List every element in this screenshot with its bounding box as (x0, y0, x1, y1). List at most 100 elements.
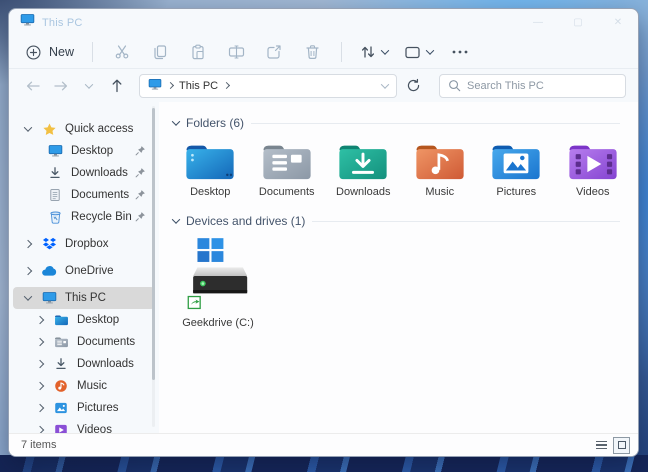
status-bar: 7 items (9, 433, 638, 456)
share-button[interactable] (255, 39, 293, 65)
chevron-right-icon[interactable] (36, 316, 44, 324)
sidebar-item-downloads-pinned[interactable]: Downloads (13, 162, 155, 184)
sidebar-item-label: Pictures (77, 402, 119, 414)
address-breadcrumb-bar[interactable]: This PC (139, 74, 397, 98)
more-options-button[interactable] (441, 49, 479, 55)
rename-button[interactable] (217, 39, 255, 65)
sidebar-item-label: Documents (77, 336, 135, 348)
new-button[interactable]: New (23, 40, 82, 65)
minimize-button[interactable]: — (518, 9, 558, 36)
documents-folder-icon (53, 334, 69, 350)
monitor-icon (41, 290, 57, 306)
this-pc-monitor-icon (20, 13, 35, 32)
sort-button[interactable] (352, 44, 396, 60)
pictures-folder-icon (489, 140, 543, 184)
chevron-right-icon[interactable] (36, 338, 44, 346)
chevron-right-icon[interactable] (36, 382, 44, 390)
sidebar-item-label: Desktop (77, 314, 119, 326)
star-icon (41, 121, 57, 137)
chevron-right-icon[interactable] (36, 404, 44, 412)
section-title: Devices and drives (1) (186, 214, 305, 228)
item-label: Pictures (496, 186, 536, 198)
sidebar-item-this-pc-pictures[interactable]: Pictures (13, 397, 155, 419)
item-label: Videos (576, 186, 609, 198)
chevron-down-icon[interactable] (172, 215, 180, 223)
delete-button[interactable] (293, 39, 331, 65)
sidebar-scrollbar-thumb[interactable] (152, 108, 155, 380)
sidebar-item-label: This PC (65, 292, 106, 304)
sidebar-item-recycle-bin-pinned[interactable]: Recycle Bin (13, 206, 155, 228)
command-toolbar: New (9, 36, 638, 69)
large-icons-view-button[interactable] (613, 437, 630, 454)
sidebar-item-dropbox[interactable]: Dropbox (13, 233, 155, 255)
sidebar-item-desktop-pinned[interactable]: Desktop (13, 140, 155, 162)
chevron-right-icon[interactable] (24, 240, 32, 248)
refresh-button[interactable] (401, 74, 425, 98)
breadcrumb-this-pc[interactable]: This PC (179, 80, 218, 92)
breadcrumb-separator-icon (167, 82, 174, 89)
item-label: Downloads (336, 186, 390, 198)
search-input[interactable] (467, 80, 617, 92)
sidebar-item-this-pc-desktop[interactable]: Desktop (13, 309, 155, 331)
sidebar-item-quick-access[interactable]: Quick access (13, 118, 155, 140)
details-view-button[interactable] (596, 441, 607, 450)
music-icon (53, 378, 69, 394)
chevron-down-icon[interactable] (24, 292, 32, 300)
section-divider (312, 221, 620, 222)
section-header-devices[interactable]: Devices and drives (1) (173, 214, 630, 228)
section-header-folders[interactable]: Folders (6) (173, 116, 630, 130)
share-icon (266, 44, 282, 60)
toolbar-divider (92, 42, 93, 62)
sidebar-item-this-pc[interactable]: This PC (13, 287, 155, 309)
chevron-down-icon[interactable] (24, 123, 32, 131)
title-bar[interactable]: This PC — ▢ ✕ (9, 9, 638, 36)
sidebar-item-documents-pinned[interactable]: Documents (13, 184, 155, 206)
chevron-down-icon (381, 46, 389, 54)
rename-icon (228, 44, 245, 60)
sidebar-item-label: OneDrive (65, 265, 114, 277)
folder-tile-music[interactable]: Music (403, 138, 478, 204)
folder-tile-pictures[interactable]: Pictures (479, 138, 554, 204)
forward-button[interactable] (49, 74, 73, 98)
sidebar-item-label: Quick access (65, 123, 133, 135)
items-view: Folders (6) Desktop (159, 102, 638, 433)
drive-tile-geekdrive-c[interactable]: Geekdrive (C:) (173, 236, 263, 329)
desktop-wallpaper: This PC — ▢ ✕ New (0, 0, 648, 472)
chevron-right-icon[interactable] (36, 360, 44, 368)
sidebar-item-label: Documents (71, 189, 129, 201)
copy-icon (152, 44, 168, 60)
sidebar-item-this-pc-documents[interactable]: Documents (13, 331, 155, 353)
folder-tile-videos[interactable]: Videos (556, 138, 631, 204)
item-label: Documents (259, 186, 315, 198)
paste-button[interactable] (179, 39, 217, 65)
back-button[interactable] (21, 74, 45, 98)
item-label: Geekdrive (C:) (182, 317, 254, 329)
maximize-button[interactable]: ▢ (558, 9, 598, 36)
cut-button[interactable] (103, 39, 141, 65)
folder-tile-desktop[interactable]: Desktop (173, 138, 248, 204)
up-button[interactable] (105, 74, 129, 98)
view-button[interactable] (396, 45, 441, 60)
download-icon (47, 165, 63, 181)
chevron-down-icon[interactable] (172, 117, 180, 125)
sidebar-item-this-pc-downloads[interactable]: Downloads (13, 353, 155, 375)
arrow-up-icon (110, 78, 124, 93)
this-pc-monitor-icon (148, 78, 162, 94)
sort-arrows-icon (360, 44, 376, 60)
chevron-down-icon (426, 46, 434, 54)
chevron-right-icon[interactable] (24, 267, 32, 275)
copy-button[interactable] (141, 39, 179, 65)
search-box[interactable] (439, 74, 626, 98)
recent-locations-button[interactable] (77, 74, 101, 98)
sidebar-item-onedrive[interactable]: OneDrive (13, 260, 155, 282)
desktop-folder-icon (183, 140, 237, 184)
onedrive-icon (41, 263, 57, 279)
address-dropdown-icon[interactable] (381, 80, 389, 88)
breadcrumb-separator-icon (223, 82, 230, 89)
close-button[interactable]: ✕ (598, 9, 638, 36)
folder-tile-documents[interactable]: Documents (250, 138, 325, 204)
recycle-bin-icon (47, 209, 63, 225)
sidebar-item-this-pc-music[interactable]: Music (13, 375, 155, 397)
refresh-icon (406, 78, 421, 93)
folder-tile-downloads[interactable]: Downloads (326, 138, 401, 204)
